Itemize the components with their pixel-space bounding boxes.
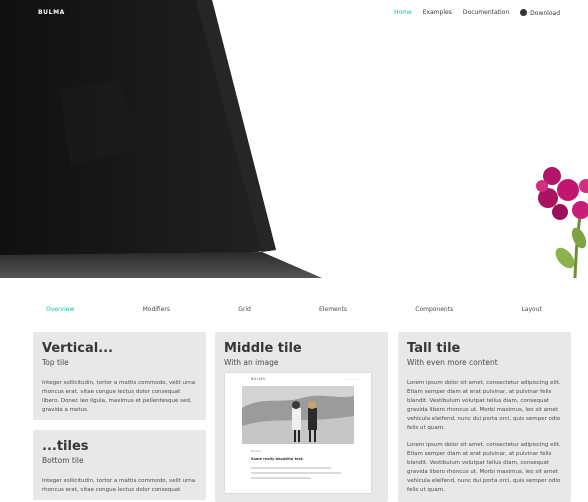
nav-link-home[interactable]: Home <box>394 9 412 17</box>
tab-layout[interactable]: Layout <box>521 300 541 320</box>
tile-tall: Tall tile With even more content Lorem i… <box>398 332 571 502</box>
tile-paragraph: Lorem ipsum dolor sit amet, consectetur … <box>407 380 561 431</box>
mock-brand: BULMA <box>251 377 266 381</box>
tile-title: Vertical... <box>42 341 113 356</box>
nav-link-download-label: Download <box>530 10 560 17</box>
tile-title: Middle tile <box>224 341 302 356</box>
mock-nav: — — — — <box>344 377 359 381</box>
flower-decoration <box>536 167 588 278</box>
hero-image <box>0 0 588 278</box>
tile-text: Lorem ipsum dolor sit amet, consectetur … <box>407 379 562 495</box>
tile-text: Integer sollicitudin, tortor a mattis co… <box>42 478 196 493</box>
tile-middle: Middle tile With an image BULMA — — — — … <box>215 332 388 502</box>
nav-links: Home Examples Documentation Download <box>394 9 560 17</box>
tile-subtitle: Top tile <box>42 358 69 367</box>
brand-logo[interactable]: BULMA <box>38 9 65 16</box>
tile-paragraph: Lorem ipsum dolor sit amet, consectetur … <box>407 442 561 493</box>
tab-elements[interactable]: Elements <box>319 300 347 320</box>
tile-title: Tall tile <box>407 341 461 356</box>
mock-photo <box>242 386 354 444</box>
mock-text-line <box>251 472 341 474</box>
tab-modifiers[interactable]: Modifiers <box>143 300 170 320</box>
tile-vertical: Vertical... Top tile Integer sollicitudi… <box>33 332 206 420</box>
mock-text-line <box>251 467 331 469</box>
tile-subtitle: With even more content <box>407 358 498 367</box>
tile-subtitle: Bottom tile <box>42 456 84 465</box>
tab-grid[interactable]: Grid <box>238 300 251 320</box>
mock-label: Bulma <box>251 449 261 453</box>
mock-text-line <box>251 477 311 479</box>
nav-link-documentation[interactable]: Documentation <box>463 9 509 17</box>
tile-text: Integer sollicitudin, tortor a mattis co… <box>42 380 196 413</box>
tile-bottom: ...tiles Bottom tile Integer sollicitudi… <box>33 430 206 500</box>
tab-overview[interactable]: Overview <box>46 300 74 320</box>
tile-subtitle: With an image <box>224 358 279 367</box>
mock-heading: Some really beautiful text. <box>251 457 304 461</box>
github-icon <box>520 9 528 16</box>
nav-link-download[interactable]: Download <box>520 9 560 17</box>
navbar: BULMA Home Examples Documentation Downlo… <box>0 0 588 26</box>
section-tabs: Overview Modifiers Grid Elements Compone… <box>0 300 588 320</box>
tab-components[interactable]: Components <box>415 300 453 320</box>
tile-title: ...tiles <box>42 439 89 454</box>
hero-banner: BULMA Home Examples Documentation Downlo… <box>0 0 588 278</box>
nav-link-examples[interactable]: Examples <box>423 9 452 17</box>
tile-image: BULMA — — — — Bulma Some really beautifu… <box>225 373 371 493</box>
fashion-photo <box>242 386 354 444</box>
